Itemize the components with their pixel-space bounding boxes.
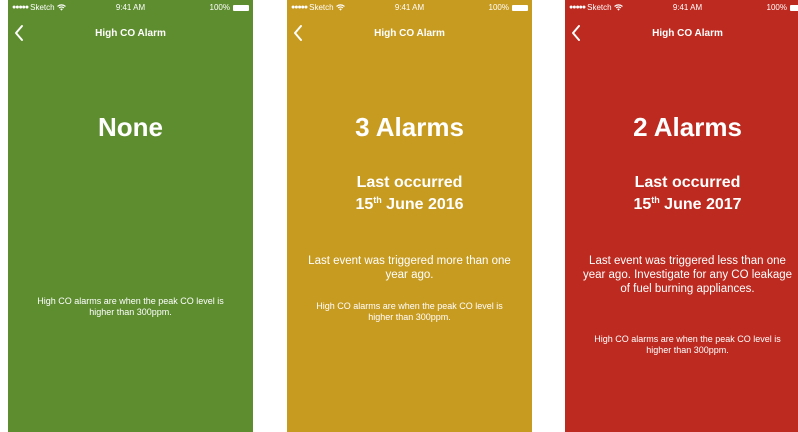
last-occurred-date: 15th June 2017 xyxy=(565,194,798,216)
info-text: High CO alarms are when the peak CO leve… xyxy=(316,301,503,322)
battery-percentage: 100% xyxy=(209,3,230,12)
page-title: High CO Alarm xyxy=(652,28,723,39)
alarm-screen-two: ●●●●● Sketch 9:41 AM 100% High CO Alarm … xyxy=(565,0,798,432)
status-time: 9:41 AM xyxy=(672,3,703,12)
page-title: High CO Alarm xyxy=(374,28,445,39)
battery-percentage: 100% xyxy=(488,3,509,12)
battery-icon xyxy=(790,4,798,11)
alarm-count: 3 Alarms xyxy=(355,112,464,142)
battery-icon xyxy=(512,4,528,11)
status-bar: ●●●●● Sketch 9:41 AM 100% xyxy=(8,0,253,16)
alarm-screen-three: ●●●●● Sketch 9:41 AM 100% High CO Alarm … xyxy=(287,0,532,432)
last-occurred: Last occurred 15th June 2016 xyxy=(287,172,532,216)
battery-icon xyxy=(233,4,249,11)
date-day: 15 xyxy=(633,196,652,213)
date-suffix: th xyxy=(651,195,660,205)
event-text: Last event was triggered more than one y… xyxy=(308,255,511,281)
nav-bar: High CO Alarm xyxy=(8,16,253,50)
alarm-count: 2 Alarms xyxy=(633,112,742,142)
last-occurred: Last occurred 15th June 2017 xyxy=(565,172,798,216)
info-text: High CO alarms are when the peak CO leve… xyxy=(37,296,224,317)
nav-bar: High CO Alarm xyxy=(287,16,532,50)
last-occurred-label: Last occurred xyxy=(634,174,741,191)
alarm-screen-none: ●●●●● Sketch 9:41 AM 100% High CO Alarm … xyxy=(8,0,253,432)
alarm-count: None xyxy=(98,112,163,142)
nav-bar: High CO Alarm xyxy=(565,16,798,50)
date-suffix: th xyxy=(373,195,382,205)
last-occurred-date: 15th June 2016 xyxy=(287,194,532,216)
status-right: 100% xyxy=(489,3,528,12)
page-title: High CO Alarm xyxy=(95,28,166,39)
battery-percentage: 100% xyxy=(766,3,787,12)
event-text: Last event was triggered less than one y… xyxy=(582,255,793,295)
status-bar: ●●●●● Sketch 9:41 AM 100% xyxy=(565,0,798,16)
date-rest: June 2017 xyxy=(659,196,742,213)
info-text: High CO alarms are when the peak CO leve… xyxy=(594,334,781,355)
date-day: 15 xyxy=(355,196,374,213)
last-occurred-label: Last occurred xyxy=(356,174,463,191)
date-rest: June 2016 xyxy=(381,196,464,213)
status-bar: ●●●●● Sketch 9:41 AM 100% xyxy=(287,0,532,16)
status-right: 100% xyxy=(767,3,798,12)
status-right: 100% xyxy=(210,3,249,12)
